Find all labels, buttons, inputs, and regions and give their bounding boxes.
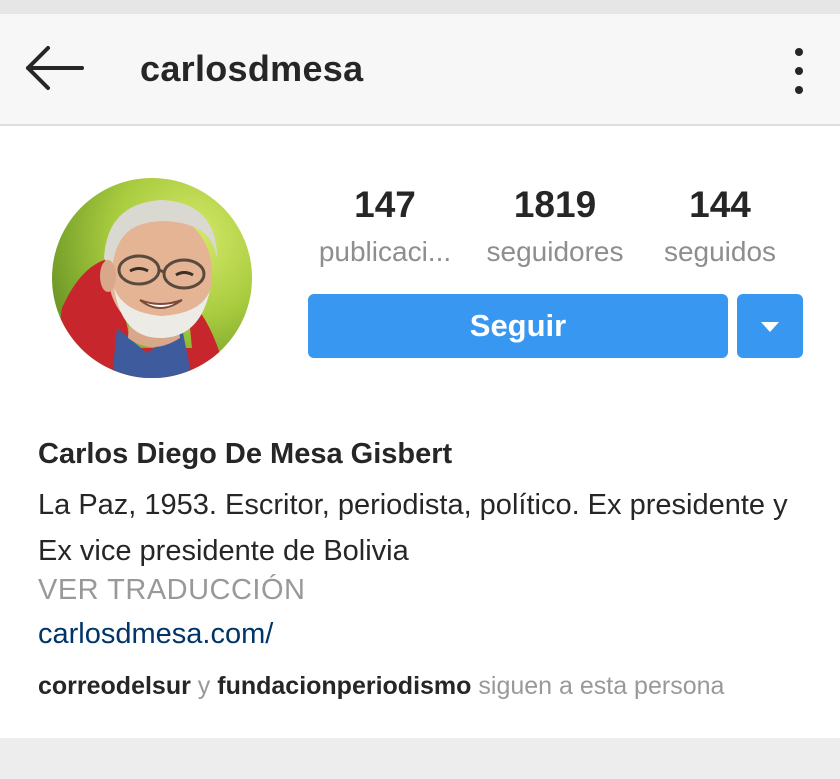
followers-label: seguidores — [486, 236, 624, 267]
status-bar-strip — [0, 0, 840, 14]
more-vertical-icon — [795, 48, 803, 56]
posts-label: publicaci... — [318, 236, 452, 267]
see-translation-link[interactable]: VER TRADUCCIÓN — [38, 574, 306, 607]
follow-button[interactable]: Seguir — [308, 294, 728, 358]
back-button[interactable] — [22, 44, 86, 92]
website-link[interactable]: carlosdmesa.com/ — [38, 618, 273, 651]
followed-by-connector: y — [197, 672, 211, 700]
followed-by-user-1[interactable]: correodelsur — [38, 672, 191, 700]
more-options-button[interactable] — [788, 48, 810, 94]
profile-full-name: Carlos Diego De Mesa Gisbert — [38, 438, 453, 470]
followed-by-user-2[interactable]: fundacionperiodismo — [217, 672, 471, 700]
stat-following[interactable]: 144 seguidos — [650, 184, 790, 272]
suggested-accounts-button[interactable] — [737, 294, 803, 358]
top-navigation-bar: carlosdmesa — [0, 14, 840, 126]
caret-down-icon — [761, 322, 779, 332]
arrow-left-icon — [26, 46, 84, 90]
followers-count: 1819 — [513, 184, 597, 225]
profile-header: 147 publicaci... 1819 seguidores 144 seg… — [0, 126, 840, 738]
posts-count: 147 — [354, 184, 416, 225]
stat-followers[interactable]: 1819 seguidores — [470, 184, 640, 272]
avatar[interactable] — [52, 178, 252, 378]
profile-bio: La Paz, 1953. Escritor, periodista, polí… — [38, 489, 788, 567]
profile-photo — [52, 200, 227, 378]
followed-by-suffix: siguen a esta persona — [478, 672, 725, 700]
followed-by-line: correodelsur y fundacionperiodismo sigue… — [38, 672, 724, 701]
stat-posts[interactable]: 147 publicaci... — [305, 184, 465, 272]
following-label: seguidos — [663, 236, 777, 267]
page-title-username: carlosdmesa — [140, 48, 364, 89]
following-count: 144 — [689, 184, 751, 225]
